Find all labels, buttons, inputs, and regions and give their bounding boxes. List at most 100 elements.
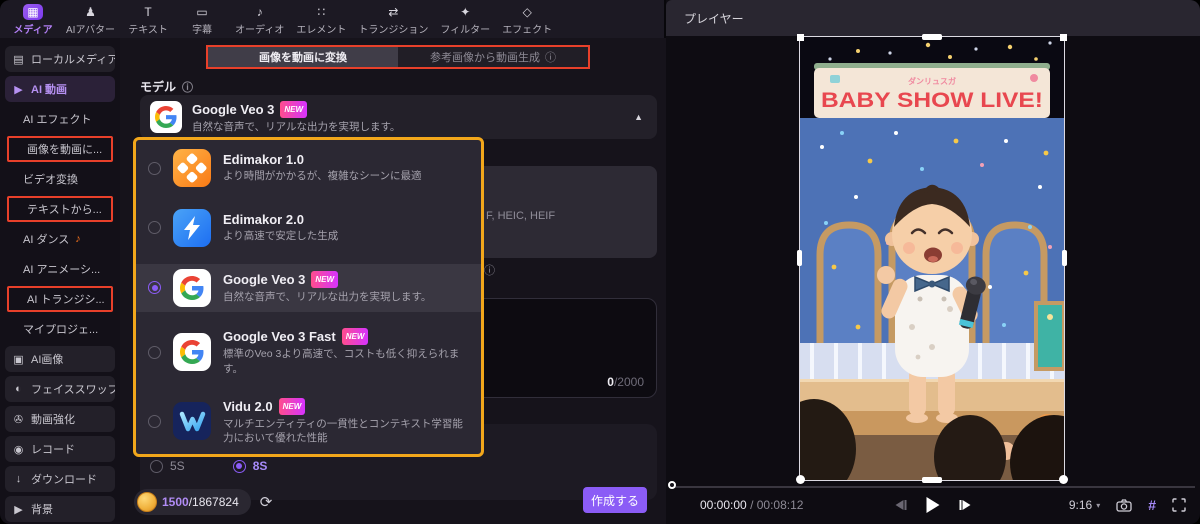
resize-handle-bottom-center[interactable] bbox=[922, 477, 942, 483]
sidebar-item-ai-video[interactable]: ▶ AI 動画 bbox=[5, 76, 115, 102]
toolbar-tab-text[interactable]: T テキスト bbox=[123, 4, 173, 37]
duration-options: 5S 8S bbox=[150, 459, 267, 473]
new-badge: NEW bbox=[280, 100, 308, 118]
player-right-controls: 9:16 ▾ # bbox=[1069, 497, 1186, 513]
player-controls: 00:00:00 / 00:08:12 9:16 ▾ # bbox=[666, 490, 1200, 520]
seek-bar[interactable] bbox=[671, 486, 1195, 488]
next-frame-button[interactable] bbox=[959, 500, 971, 510]
resize-handle-top-center[interactable] bbox=[922, 34, 942, 40]
toolbar-tab-ai-avatar[interactable]: ♟ AIアバター bbox=[62, 4, 119, 37]
radio-unselected-icon[interactable] bbox=[148, 221, 161, 235]
sidebar-item-background[interactable]: ▶ 背景 bbox=[5, 496, 115, 522]
playhead-knob[interactable] bbox=[668, 481, 676, 489]
sidebar-item-ai-dance[interactable]: AI ダンス ♪ bbox=[5, 226, 115, 252]
radio-unselected-icon[interactable] bbox=[148, 414, 161, 428]
toolbar-tab-filters[interactable]: ✦ フィルター bbox=[436, 4, 494, 37]
tab-image-to-video[interactable]: 画像を動画に変換 bbox=[208, 47, 398, 67]
credits-pill: 1500/1867824 bbox=[134, 489, 251, 515]
credits-used: 1500 bbox=[162, 495, 189, 509]
radio-selected-icon[interactable] bbox=[148, 281, 161, 295]
tab-reference-image[interactable]: 参考画像から動画生成 ⓘ bbox=[398, 47, 588, 67]
duration-label: 8S bbox=[252, 459, 268, 473]
resize-handle-mid-left[interactable] bbox=[797, 250, 802, 266]
sidebar-item-ai-image[interactable]: ▣ AI画像 bbox=[5, 346, 115, 372]
face-swap-icon: ◐ bbox=[15, 383, 22, 395]
prev-frame-bar bbox=[904, 500, 907, 510]
edimakor-app-window: ▦ メディア ♟ AIアバター T テキスト ▭ 字幕 ♪ オーディオ ∷ エレ… bbox=[0, 0, 1200, 524]
toolbar-tab-media[interactable]: ▦ メディア bbox=[8, 4, 58, 36]
sidebar-item-local-media[interactable]: ▤ ローカルメディア bbox=[5, 46, 115, 72]
model-option-google-veo-3-fast[interactable]: Google Veo 3 Fast NEW 標準のVeo 3より高速で、コストも低… bbox=[136, 323, 481, 380]
model-option-edimakor-1[interactable]: Edimakor 1.0 より時間がかかるが、複雑なシーンに最適 bbox=[136, 144, 481, 192]
radio-selected-icon[interactable] bbox=[232, 459, 246, 473]
sidebar-item-my-projects[interactable]: マイプロジェ... bbox=[5, 316, 115, 342]
char-limit: /2000 bbox=[613, 375, 644, 389]
dancer-icon: ♪ bbox=[75, 233, 81, 245]
resize-handle-bottom-left[interactable] bbox=[796, 475, 805, 484]
sidebar-item-text-to-video[interactable]: テキストから... bbox=[7, 196, 113, 222]
model-name: Google Veo 3 bbox=[223, 272, 306, 288]
info-icon[interactable]: ⓘ bbox=[182, 79, 193, 95]
player-panel: プレイヤー ダンリュスガ BABY SHOW LIVE! 00:00:00 / … bbox=[666, 0, 1200, 524]
safe-area-grid-icon[interactable]: # bbox=[1148, 497, 1156, 513]
resize-handle-mid-right[interactable] bbox=[1062, 250, 1067, 266]
duration-5s-option[interactable]: 5S bbox=[150, 459, 185, 473]
effects-icon: ◇ bbox=[522, 4, 532, 19]
edimakor-1-icon bbox=[173, 149, 211, 187]
refresh-icon[interactable]: ⟳ bbox=[260, 493, 273, 511]
sidebar-item-image-to-video[interactable]: 画像を動画に... bbox=[7, 136, 113, 162]
snapshot-camera-icon[interactable] bbox=[1116, 498, 1132, 512]
sidebar-item-video-enhance[interactable]: ✇ 動画強化 bbox=[5, 406, 115, 432]
subtitles-icon: ▭ bbox=[196, 4, 208, 19]
sidebar-item-download[interactable]: ↓ ダウンロード bbox=[5, 466, 115, 492]
avatar-icon: ♟ bbox=[85, 4, 96, 19]
banner-tagline-text: ダンリュスガ bbox=[908, 76, 956, 86]
create-button[interactable]: 作成する bbox=[583, 487, 647, 513]
model-desc: より高速で安定した生成 bbox=[223, 230, 339, 243]
previous-frame-button[interactable] bbox=[895, 500, 907, 510]
duration-8s-option[interactable]: 8S bbox=[232, 459, 268, 473]
resize-handle-top-right[interactable] bbox=[1060, 34, 1067, 41]
resize-handle-top-left[interactable] bbox=[797, 34, 804, 41]
toolbar-tab-elements[interactable]: ∷ エレメント bbox=[292, 4, 350, 37]
video-camera-icon: ▶ bbox=[14, 83, 23, 96]
prev-frame-icon bbox=[895, 500, 904, 510]
toolbar-tab-audio[interactable]: ♪ オーディオ bbox=[231, 4, 288, 37]
sidebar-item-ai-transition[interactable]: AI トランジシ... bbox=[7, 286, 113, 312]
preview-canvas-image[interactable]: ダンリュスガ BABY SHOW LIVE! bbox=[796, 34, 1068, 484]
resize-handle-bottom-right[interactable] bbox=[1059, 475, 1068, 484]
sidebar-item-record[interactable]: ◉ レコード bbox=[5, 436, 115, 462]
collapse-arrow-icon[interactable]: ▲ bbox=[634, 112, 643, 122]
sidebar-item-ai-effect[interactable]: AI エフェクト bbox=[5, 106, 115, 132]
model-option-edimakor-2[interactable]: Edimakor 2.0 より高速で安定した生成 bbox=[136, 204, 481, 252]
toolbar-tab-subtitles[interactable]: ▭ 字幕 bbox=[177, 4, 227, 37]
sidebar-item-face-swap[interactable]: ◐ フェイススワップ bbox=[5, 376, 115, 402]
toolbar-tab-transitions[interactable]: ⇄ トランジション bbox=[354, 4, 432, 37]
model-option-google-veo-3[interactable]: Google Veo 3 NEW 自然な音声で、リアルな出力を実現します。 bbox=[136, 263, 481, 312]
model-section-label: モデル ⓘ bbox=[140, 78, 193, 95]
time-total: / 00:08:12 bbox=[750, 498, 804, 512]
fullscreen-icon[interactable] bbox=[1172, 498, 1186, 512]
info-icon[interactable]: ⓘ bbox=[484, 262, 495, 278]
selected-model-card[interactable]: Google Veo 3 NEW 自然な音声で、リアルな出力を実現します。 ▲ bbox=[140, 95, 657, 139]
play-button[interactable] bbox=[926, 497, 940, 513]
banner-title-text: BABY SHOW LIVE! bbox=[821, 89, 1043, 112]
aspect-ratio-dropdown[interactable]: 9:16 ▾ bbox=[1069, 498, 1100, 512]
toolbar-tab-effects[interactable]: ◇ エフェクト bbox=[498, 4, 556, 37]
radio-unselected-icon[interactable] bbox=[148, 345, 161, 359]
sidebar-item-ai-animation[interactable]: AI アニメーシ... bbox=[5, 256, 115, 282]
model-option-vidu-2[interactable]: Vidu 2.0 NEW マルチエンティティの一貫性とコンテキスト学習能力において… bbox=[136, 393, 481, 450]
radio-unselected-icon[interactable] bbox=[150, 459, 163, 473]
selected-model-name: Google Veo 3 bbox=[192, 101, 275, 117]
toolbar-tab-label: フィルター bbox=[440, 25, 491, 36]
sidebar-item-video-convert[interactable]: ビデオ変換 bbox=[5, 166, 115, 192]
model-name: Google Veo 3 Fast bbox=[223, 329, 336, 345]
sidebar-label: AI 動画 bbox=[31, 84, 68, 96]
top-toolbar: ▦ メディア ♟ AIアバター T テキスト ▭ 字幕 ♪ オーディオ ∷ エレ… bbox=[0, 0, 664, 38]
sidebar-label: AI エフェクト bbox=[23, 114, 92, 126]
record-icon: ◉ bbox=[13, 443, 24, 456]
radio-unselected-icon[interactable] bbox=[148, 161, 161, 175]
sidebar-label: ローカルメディア bbox=[31, 54, 115, 66]
sidebar-label: ビデオ変換 bbox=[23, 174, 78, 186]
google-logo-icon bbox=[150, 101, 182, 133]
